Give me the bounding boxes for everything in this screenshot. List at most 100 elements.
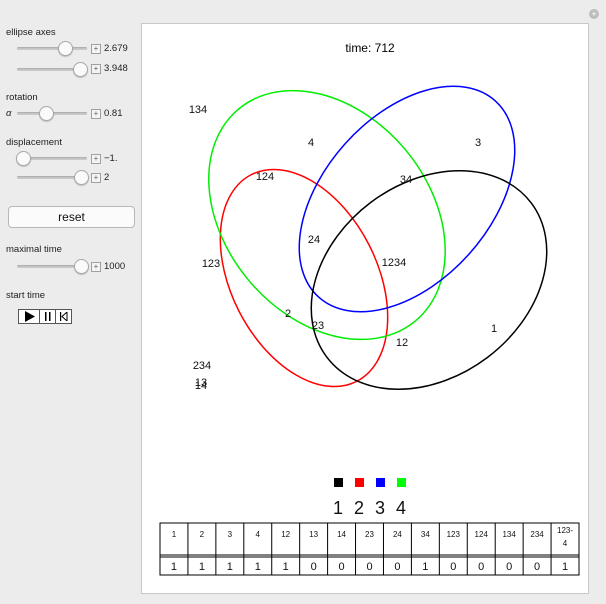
ellipse-set-1 (310, 170, 548, 390)
table-value-cell: 1 (199, 561, 205, 573)
slider-thumb[interactable] (15, 151, 31, 166)
displacement-2-expand-icon[interactable]: + (91, 173, 101, 183)
control-panel: ellipse axes + 2.679 + 3.948 rotation α … (0, 0, 140, 604)
region-label-2: 2 (285, 308, 291, 320)
rotation-label: rotation (6, 92, 38, 103)
maximal-time-value: 1000 (104, 261, 126, 272)
plot-canvas: time: 712 134 4 3 124 34 24 123 1234 2 2… (141, 23, 589, 594)
legend-swatch-2 (355, 478, 364, 487)
displacement-2-slider[interactable] (17, 169, 90, 185)
ellipse-axis-1-value: 2.679 (104, 43, 128, 54)
ellipse-set-2 (219, 168, 389, 388)
table-value-cell: 1 (171, 561, 177, 573)
animation-controls (18, 309, 72, 324)
ellipse-axis-2-slider[interactable] (17, 61, 88, 77)
table-value-cell: 0 (394, 561, 400, 573)
legend-label-3: 3 (375, 498, 385, 518)
table-header-cell: 14 (337, 530, 346, 539)
slider-track (17, 47, 87, 50)
slider-thumb[interactable] (57, 41, 73, 56)
region-label-124: 124 (256, 171, 274, 183)
pause-icon (44, 312, 50, 321)
legend-label-1: 1 (333, 498, 343, 518)
maximal-time-label: maximal time (6, 244, 62, 255)
table-header-cell: 13 (309, 530, 318, 539)
region-label-12: 12 (396, 337, 408, 349)
ellipse-axis-1-expand-icon[interactable]: + (91, 44, 101, 54)
table-header-cell: 2 (200, 530, 205, 539)
alpha-label: α (6, 108, 12, 119)
table-value-cell: 1 (255, 561, 261, 573)
table-header-cell: 123- (557, 526, 573, 535)
table-header-cell: 123 (447, 530, 461, 539)
skip-back-icon (60, 312, 68, 321)
table-value-cell: 0 (311, 561, 317, 573)
maximal-time-expand-icon[interactable]: + (91, 262, 101, 272)
region-label-23: 23 (312, 320, 324, 332)
slider-thumb[interactable] (73, 62, 88, 77)
region-label-34: 34 (400, 174, 412, 186)
ellipse-axis-2-expand-icon[interactable]: + (91, 64, 101, 74)
table-value-cell: 0 (506, 561, 512, 573)
rotation-value: 0.81 (104, 108, 123, 119)
table-value-cell: 1 (562, 561, 568, 573)
table-header-cell: 1 (172, 530, 177, 539)
region-label-234: 234 (193, 360, 211, 372)
ellipse-axes-label: ellipse axes (6, 27, 56, 38)
table-header-cell: 134 (502, 530, 516, 539)
table-value-cell: 1 (422, 561, 428, 573)
region-label-4: 4 (308, 137, 314, 149)
table-header-cell-cont: 4 (563, 539, 568, 548)
table-value-cell: 0 (534, 561, 540, 573)
table-header-cell: 124 (475, 530, 489, 539)
ellipse-set-4 (208, 89, 446, 341)
time-text: time: 712 (345, 41, 395, 55)
displacement-label: displacement (6, 137, 62, 148)
region-label-1234: 1234 (382, 257, 406, 269)
legend-swatch-1 (334, 478, 343, 487)
region-label-14: 14 (195, 380, 207, 392)
table-value-cell: 0 (478, 561, 484, 573)
table-header-cell: 234 (530, 530, 544, 539)
reset-button[interactable]: reset (8, 206, 135, 228)
subset-table: 1 2 3 4 12 13 14 23 24 34 123 124 134 234 123-4 111110… (159, 522, 580, 576)
play-icon (24, 311, 35, 322)
play-button[interactable] (18, 309, 40, 324)
pause-button[interactable] (40, 309, 56, 324)
legend-label-4: 4 (396, 498, 406, 518)
slider-thumb[interactable] (74, 259, 90, 274)
table-value-cell: 1 (283, 561, 289, 573)
slider-thumb[interactable] (74, 170, 90, 185)
region-label-3: 3 (475, 137, 481, 149)
maximal-time-slider[interactable] (17, 258, 90, 274)
table-value-cell: 0 (366, 561, 372, 573)
displacement-1-expand-icon[interactable]: + (91, 154, 101, 164)
displacement-1-slider[interactable] (15, 150, 87, 166)
legend-swatch-4 (397, 478, 406, 487)
region-label-123: 123 (202, 258, 220, 270)
table-value-cell: 0 (339, 561, 345, 573)
table-value-cell: 0 (450, 561, 456, 573)
reset-to-start-button[interactable] (56, 309, 72, 324)
options-plus-icon[interactable]: + (589, 9, 599, 19)
slider-thumb[interactable] (39, 106, 55, 121)
table-header-cell: 3 (228, 530, 233, 539)
venn-plot: time: 712 134 4 3 124 34 24 123 1234 2 2… (159, 41, 580, 576)
table-header-cell: 24 (393, 530, 402, 539)
ellipse-axis-1-slider[interactable] (17, 40, 87, 56)
start-time-label: start time (6, 290, 46, 301)
region-label-24: 24 (308, 234, 320, 246)
rotation-slider[interactable] (17, 105, 87, 121)
displacement-1-value: −1. (104, 153, 118, 164)
displacement-2-value: 2 (104, 172, 110, 183)
table-header-cell: 4 (256, 530, 261, 539)
legend-swatch-3 (376, 478, 385, 487)
legend-label-2: 2 (354, 498, 364, 518)
region-label-1: 1 (491, 323, 497, 335)
table-header-cell: 34 (421, 530, 430, 539)
ellipse-axis-2-value: 3.948 (104, 63, 128, 74)
rotation-expand-icon[interactable]: + (91, 109, 101, 119)
table-header-cell: 12 (281, 530, 290, 539)
region-label-134: 134 (189, 104, 207, 116)
table-value-cell: 1 (227, 561, 233, 573)
